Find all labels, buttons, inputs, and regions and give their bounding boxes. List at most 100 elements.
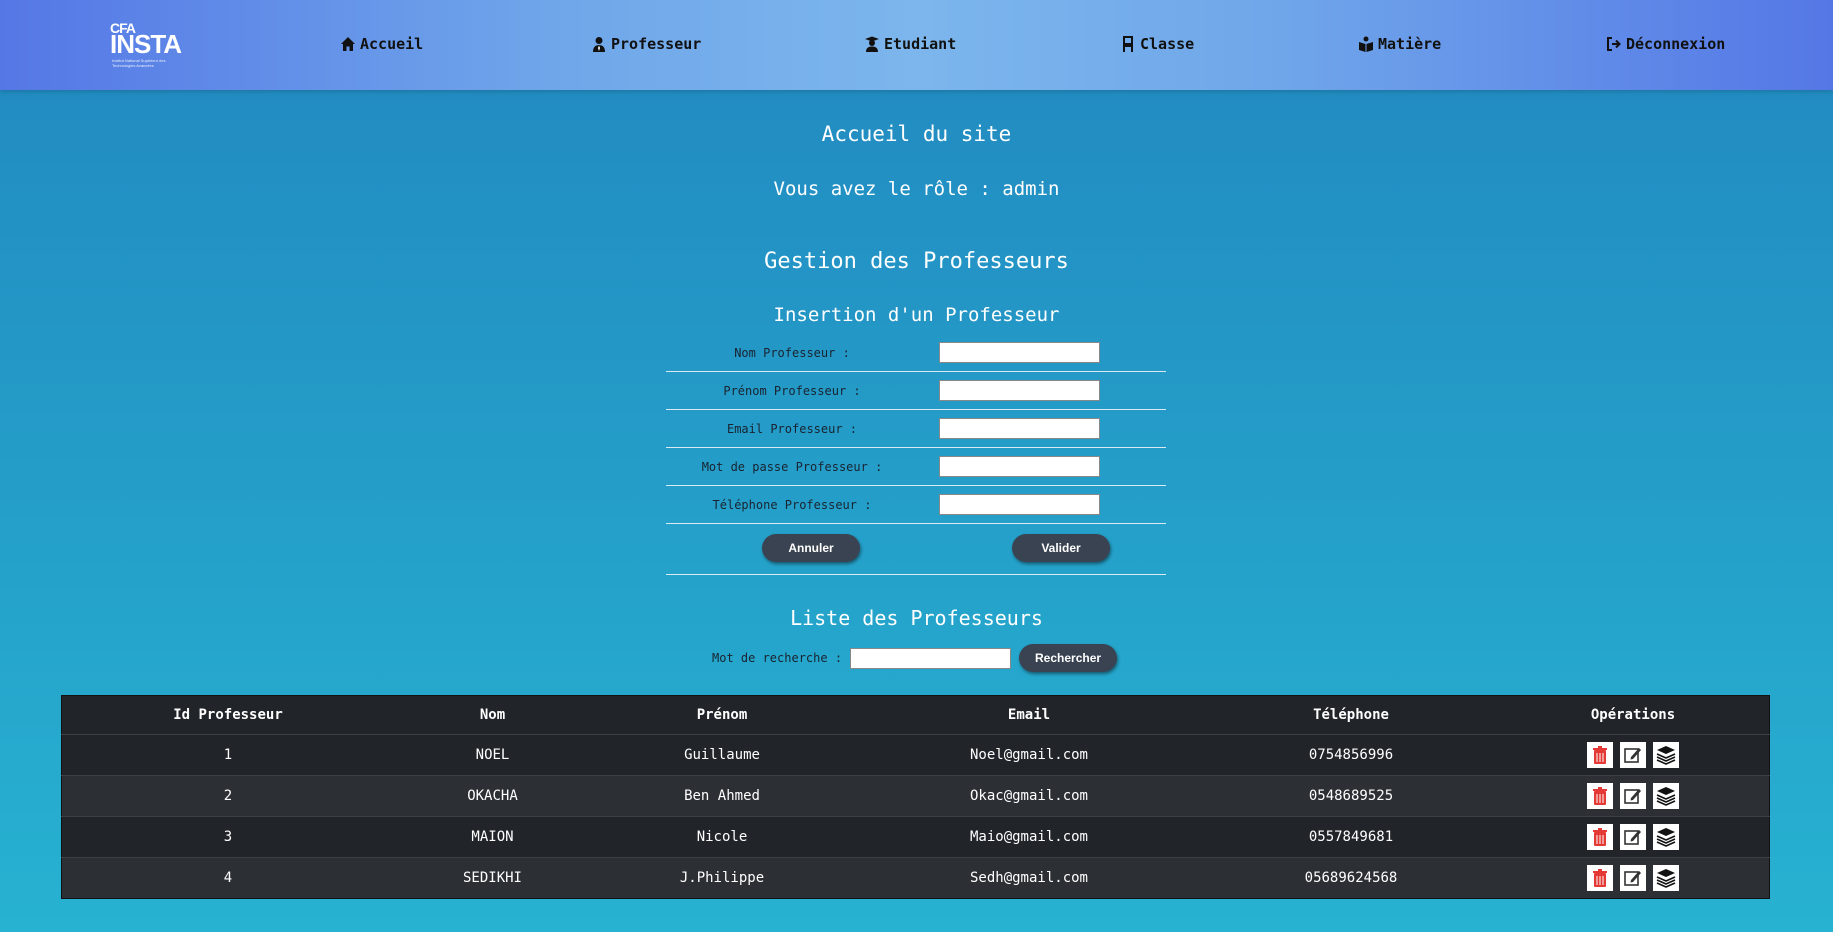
- nav-deconnexion[interactable]: Déconnexion: [1606, 34, 1725, 54]
- nav-classe-label: Classe: [1140, 35, 1195, 53]
- prenom-label: Prénom Professeur :: [723, 384, 861, 398]
- delete-button[interactable]: [1587, 824, 1613, 850]
- trash-icon: [1593, 828, 1607, 846]
- details-button[interactable]: [1653, 865, 1679, 891]
- cell-telephone: 0754856996: [1205, 734, 1497, 776]
- edit-button[interactable]: [1620, 824, 1646, 850]
- cell-id: 1: [61, 734, 394, 776]
- cell-nom: OKACHA: [394, 775, 591, 817]
- edit-icon: [1624, 871, 1641, 886]
- cell-id: 3: [61, 816, 394, 858]
- edit-button[interactable]: [1620, 742, 1646, 768]
- cell-telephone: 0557849681: [1205, 816, 1497, 858]
- nav-professeur[interactable]: Professeur: [591, 34, 701, 54]
- cell-nom: NOEL: [394, 734, 591, 776]
- cell-nom: MAION: [394, 816, 591, 858]
- search-bar: Mot de recherche : Rechercher: [712, 643, 1118, 673]
- col-prenom: Prénom: [591, 695, 853, 735]
- col-operations: Opérations: [1497, 695, 1770, 735]
- page-title: Accueil du site: [821, 122, 1012, 146]
- insert-professor-form: Nom Professeur : Prénom Professeur : Ema…: [666, 334, 1166, 575]
- search-input[interactable]: [850, 647, 1012, 669]
- telephone-label: Téléphone Professeur :: [712, 498, 872, 512]
- nom-input[interactable]: [939, 342, 1100, 363]
- nav-matiere[interactable]: Matière: [1358, 34, 1441, 54]
- search-label: Mot de recherche :: [712, 651, 843, 665]
- edit-button[interactable]: [1620, 865, 1646, 891]
- table-row: 2 OKACHA Ben Ahmed Okac@gmail.com 054868…: [61, 775, 1770, 817]
- site-logo[interactable]: CFA INSTA Institut National Supérieur de…: [108, 21, 182, 70]
- delete-button[interactable]: [1587, 742, 1613, 768]
- edit-icon: [1624, 830, 1641, 845]
- cell-email: Maio@gmail.com: [853, 816, 1205, 858]
- cell-operations: [1497, 857, 1770, 899]
- logo-insta: INSTA: [110, 29, 182, 59]
- trash-icon: [1593, 787, 1607, 805]
- details-button[interactable]: [1653, 742, 1679, 768]
- navbar: CFA INSTA Institut National Supérieur de…: [0, 0, 1833, 90]
- cancel-button[interactable]: Annuler: [762, 534, 860, 562]
- cell-prenom: Guillaume: [591, 734, 853, 776]
- email-label: Email Professeur :: [726, 422, 858, 436]
- nav-classe[interactable]: Classe: [1120, 34, 1194, 54]
- email-input[interactable]: [939, 418, 1100, 439]
- edit-icon: [1624, 748, 1641, 763]
- nom-label: Nom Professeur :: [734, 346, 850, 360]
- trash-icon: [1593, 869, 1607, 887]
- form-row-email: Email Professeur :: [666, 410, 1166, 448]
- col-id: Id Professeur: [61, 695, 394, 735]
- table-row: 1 NOEL Guillaume Noel@gmail.com 07548569…: [61, 734, 1770, 776]
- delete-button[interactable]: [1587, 783, 1613, 809]
- col-email: Email: [853, 695, 1205, 735]
- stack-icon: [1656, 787, 1676, 806]
- nav-professeur-label: Professeur: [611, 35, 702, 53]
- col-nom: Nom: [394, 695, 591, 735]
- nav-accueil[interactable]: Accueil: [340, 34, 423, 54]
- form-row-nom: Nom Professeur :: [666, 334, 1166, 372]
- form-buttons: Annuler Valider: [666, 524, 1166, 575]
- submit-button[interactable]: Valider: [1012, 534, 1110, 562]
- search-button[interactable]: Rechercher: [1019, 644, 1118, 672]
- stack-icon: [1656, 746, 1676, 765]
- nav-deconnexion-label: Déconnexion: [1626, 35, 1726, 53]
- trash-icon: [1593, 746, 1607, 764]
- details-button[interactable]: [1653, 824, 1679, 850]
- table-row: 4 SEDIKHI J.Philippe Sedh@gmail.com 0568…: [61, 857, 1770, 899]
- role-text: Vous avez le rôle : admin: [773, 178, 1060, 200]
- delete-button[interactable]: [1587, 865, 1613, 891]
- form-row-telephone: Téléphone Professeur :: [666, 486, 1166, 524]
- details-button[interactable]: [1653, 783, 1679, 809]
- cell-prenom: Nicole: [591, 816, 853, 858]
- cell-operations: [1497, 816, 1770, 858]
- logo-subtitle: Institut National Supérieur des Technolo…: [112, 58, 166, 68]
- cell-id: 4: [61, 857, 394, 899]
- user-tie-icon: [593, 37, 605, 52]
- home-icon: [341, 37, 355, 51]
- table-header-row: Id Professeur Nom Prénom Email Téléphone…: [61, 695, 1770, 735]
- professors-table: Id Professeur Nom Prénom Email Téléphone…: [61, 695, 1770, 899]
- cell-email: Okac@gmail.com: [853, 775, 1205, 817]
- cell-prenom: J.Philippe: [591, 857, 853, 899]
- password-input[interactable]: [939, 456, 1100, 477]
- cell-nom: SEDIKHI: [394, 857, 591, 899]
- stack-icon: [1656, 869, 1676, 888]
- stack-icon: [1656, 828, 1676, 847]
- prenom-input[interactable]: [939, 380, 1100, 401]
- col-telephone: Téléphone: [1205, 695, 1497, 735]
- telephone-input[interactable]: [939, 494, 1100, 515]
- nav-etudiant-label: Etudiant: [884, 35, 957, 53]
- list-title: Liste des Professeurs: [790, 606, 1043, 630]
- form-row-password: Mot de passe Professeur :: [666, 448, 1166, 486]
- cell-telephone: 0548689525: [1205, 775, 1497, 817]
- edit-icon: [1624, 789, 1641, 804]
- edit-button[interactable]: [1620, 783, 1646, 809]
- chair-icon: [1123, 36, 1133, 52]
- table-row: 3 MAION Nicole Maio@gmail.com 0557849681: [61, 816, 1770, 858]
- form-row-prenom: Prénom Professeur :: [666, 372, 1166, 410]
- user-graduate-icon: [865, 36, 879, 52]
- cell-id: 2: [61, 775, 394, 817]
- password-label: Mot de passe Professeur :: [701, 460, 883, 474]
- nav-matiere-label: Matière: [1378, 35, 1442, 53]
- insert-title: Insertion d'un Professeur: [773, 304, 1060, 326]
- nav-etudiant[interactable]: Etudiant: [864, 34, 956, 54]
